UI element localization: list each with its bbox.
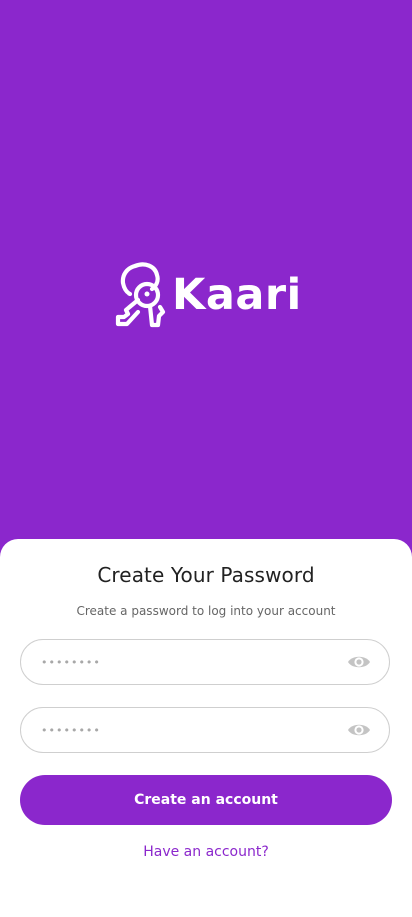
brand-header: Kaari — [0, 0, 412, 560]
password-form-card: Create Your Password Create a password t… — [0, 539, 412, 917]
confirm-password-field — [20, 707, 390, 753]
eye-icon[interactable] — [347, 720, 371, 740]
confirm-password-input[interactable] — [41, 708, 341, 752]
have-account-link[interactable]: Have an account? — [0, 844, 412, 860]
page-subtitle: Create a password to log into your accou… — [76, 604, 336, 618]
create-account-button[interactable]: Create an account — [20, 775, 392, 825]
password-input[interactable] — [41, 640, 341, 684]
brand-name: Kaari — [172, 269, 302, 320]
page-title: Create Your Password — [97, 563, 315, 587]
key-logo-icon — [115, 262, 166, 328]
eye-icon[interactable] — [347, 652, 371, 672]
password-field — [20, 639, 390, 685]
kaari-logo: Kaari — [114, 262, 302, 330]
